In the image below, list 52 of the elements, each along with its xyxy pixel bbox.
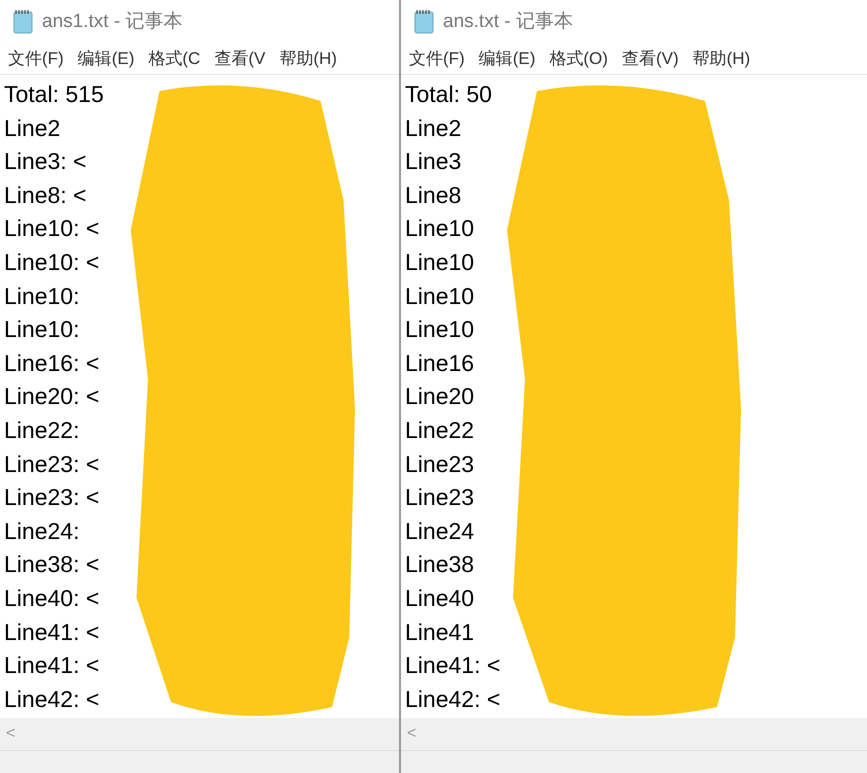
text-line: Line41 (405, 618, 476, 646)
text-line: Total: 515 (4, 80, 105, 109)
menu-item[interactable]: 编辑(E) (78, 46, 134, 70)
text-line: Line24 (405, 516, 476, 546)
text-line: Line24: (4, 516, 80, 546)
text-line: Line22 (405, 416, 476, 445)
text-line: Line42: < (405, 684, 502, 714)
text-line: Line38 (405, 550, 476, 580)
menu-item[interactable]: 文件(F) (8, 46, 64, 70)
menu-item[interactable]: 帮助(H) (279, 46, 337, 70)
text-line: Line16 (405, 348, 476, 378)
menu-item[interactable]: 查看(V) (622, 46, 679, 70)
menu-item[interactable]: 帮助(H) (692, 46, 750, 70)
menu-item[interactable]: 格式(O) (549, 46, 608, 70)
window-title: ans.txt - 记事本 (443, 10, 573, 34)
text-line: Line10 (405, 282, 476, 311)
text-line: Line3 (405, 147, 462, 176)
text-line: Line10: < (4, 214, 100, 244)
text-line: Line10: (4, 282, 80, 311)
text-line: Total: 50 (405, 80, 493, 109)
text-line: Line42: < (4, 684, 100, 714)
text-line: Line22: (4, 416, 80, 445)
text-line: Line10 (405, 248, 476, 277)
text-line: Line10 (405, 315, 476, 344)
menu-item[interactable]: 查看(V (214, 46, 266, 70)
text-line: Line38: < (4, 550, 100, 580)
text-line: Line10: < (4, 248, 100, 277)
text-line: Line3: < (4, 147, 88, 176)
menu-item[interactable]: 格式(C (148, 46, 200, 70)
text-line: Line8 (405, 180, 462, 210)
text-line: Line40: < (4, 584, 100, 613)
text-line: Line41: < (4, 651, 100, 680)
text-line: Line8: < (4, 180, 88, 210)
text-line: Line20: < (4, 382, 100, 412)
text-line: Line2 (4, 114, 62, 143)
text-line: Line41: < (405, 651, 502, 680)
text-line: Line2 (405, 114, 462, 143)
text-line: Line23: < (4, 483, 100, 512)
text-line: Line20 (405, 382, 476, 412)
text-line: Line10 (405, 214, 476, 244)
menu-item[interactable]: 文件(F) (409, 46, 465, 70)
text-line: Line10: (4, 315, 80, 344)
text-line: Line23 (405, 483, 476, 512)
text-line: Line23 (405, 450, 476, 479)
text-line: Line41: < (4, 618, 100, 646)
notepad-icon (413, 8, 435, 34)
notepad-icon (12, 8, 34, 34)
window-title: ans1.txt - 记事本 (42, 10, 182, 34)
menu-item[interactable]: 编辑(E) (478, 46, 536, 70)
text-line: Line16: < (4, 348, 100, 378)
text-line: Line40 (405, 584, 476, 613)
text-line: Line23: < (4, 450, 100, 479)
